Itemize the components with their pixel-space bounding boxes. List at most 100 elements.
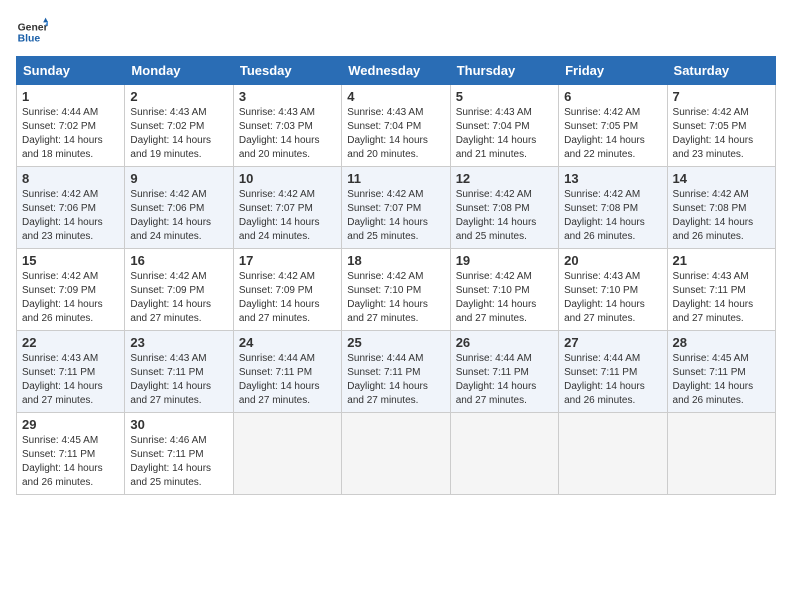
calendar-cell	[559, 413, 667, 495]
day-number: 3	[239, 89, 336, 104]
calendar-cell: 12 Sunrise: 4:42 AMSunset: 7:08 PMDayligh…	[450, 167, 558, 249]
calendar-cell: 14 Sunrise: 4:42 AMSunset: 7:08 PMDayligh…	[667, 167, 775, 249]
calendar-cell	[450, 413, 558, 495]
day-info: Sunrise: 4:44 AMSunset: 7:11 PMDaylight:…	[456, 352, 553, 408]
calendar-cell: 19 Sunrise: 4:42 AMSunset: 7:10 PMDayligh…	[450, 249, 558, 331]
day-info: Sunrise: 4:43 AMSunset: 7:04 PMDaylight:…	[456, 106, 553, 162]
svg-text:General: General	[18, 22, 48, 33]
weekday-header-friday: Friday	[559, 57, 667, 85]
day-number: 22	[22, 335, 119, 350]
day-info: Sunrise: 4:42 AMSunset: 7:06 PMDaylight:…	[130, 188, 227, 244]
calendar-cell: 6 Sunrise: 4:42 AMSunset: 7:05 PMDaylight…	[559, 85, 667, 167]
day-info: Sunrise: 4:44 AMSunset: 7:02 PMDaylight:…	[22, 106, 119, 162]
calendar-cell: 2 Sunrise: 4:43 AMSunset: 7:02 PMDaylight…	[125, 85, 233, 167]
day-info: Sunrise: 4:45 AMSunset: 7:11 PMDaylight:…	[673, 352, 770, 408]
weekday-header-saturday: Saturday	[667, 57, 775, 85]
day-number: 16	[130, 253, 227, 268]
calendar-cell: 3 Sunrise: 4:43 AMSunset: 7:03 PMDaylight…	[233, 85, 341, 167]
day-info: Sunrise: 4:42 AMSunset: 7:07 PMDaylight:…	[239, 188, 336, 244]
day-number: 4	[347, 89, 444, 104]
day-number: 28	[673, 335, 770, 350]
day-number: 14	[673, 171, 770, 186]
calendar-cell	[667, 413, 775, 495]
calendar-cell	[233, 413, 341, 495]
day-number: 26	[456, 335, 553, 350]
calendar-cell: 21 Sunrise: 4:43 AMSunset: 7:11 PMDayligh…	[667, 249, 775, 331]
svg-text:Blue: Blue	[18, 34, 41, 45]
calendar-cell: 30 Sunrise: 4:46 AMSunset: 7:11 PMDayligh…	[125, 413, 233, 495]
day-info: Sunrise: 4:45 AMSunset: 7:11 PMDaylight:…	[22, 434, 119, 490]
day-number: 20	[564, 253, 661, 268]
calendar-cell: 10 Sunrise: 4:42 AMSunset: 7:07 PMDayligh…	[233, 167, 341, 249]
calendar-cell: 29 Sunrise: 4:45 AMSunset: 7:11 PMDayligh…	[17, 413, 125, 495]
day-info: Sunrise: 4:46 AMSunset: 7:11 PMDaylight:…	[130, 434, 227, 490]
calendar-cell: 22 Sunrise: 4:43 AMSunset: 7:11 PMDayligh…	[17, 331, 125, 413]
day-info: Sunrise: 4:42 AMSunset: 7:08 PMDaylight:…	[673, 188, 770, 244]
calendar-table: SundayMondayTuesdayWednesdayThursdayFrid…	[16, 56, 776, 495]
day-number: 25	[347, 335, 444, 350]
logo-icon: General Blue	[16, 16, 48, 48]
day-number: 12	[456, 171, 553, 186]
day-info: Sunrise: 4:43 AMSunset: 7:10 PMDaylight:…	[564, 270, 661, 326]
weekday-header-sunday: Sunday	[17, 57, 125, 85]
day-number: 7	[673, 89, 770, 104]
calendar-cell: 18Sunrise: 4:42 AMSunset: 7:10 PMDayligh…	[342, 249, 450, 331]
day-info: Sunrise: 4:43 AMSunset: 7:11 PMDaylight:…	[673, 270, 770, 326]
day-number: 19	[456, 253, 553, 268]
day-number: 30	[130, 417, 227, 432]
day-info: Sunrise: 4:42 AMSunset: 7:05 PMDaylight:…	[673, 106, 770, 162]
calendar-cell: 16 Sunrise: 4:42 AMSunset: 7:09 PMDayligh…	[125, 249, 233, 331]
day-info: Sunrise: 4:42 AMSunset: 7:09 PMDaylight:…	[130, 270, 227, 326]
header: General Blue	[16, 16, 776, 48]
day-info: Sunrise: 4:42 AMSunset: 7:10 PMDaylight:…	[456, 270, 553, 326]
calendar-cell: 1 Sunrise: 4:44 AMSunset: 7:02 PMDaylight…	[17, 85, 125, 167]
day-number: 13	[564, 171, 661, 186]
day-info: Sunrise: 4:42 AMSunset: 7:09 PMDaylight:…	[239, 270, 336, 326]
day-info: Sunrise: 4:43 AMSunset: 7:03 PMDaylight:…	[239, 106, 336, 162]
day-number: 15	[22, 253, 119, 268]
day-number: 9	[130, 171, 227, 186]
day-number: 8	[22, 171, 119, 186]
day-number: 21	[673, 253, 770, 268]
calendar-cell: 11Sunrise: 4:42 AMSunset: 7:07 PMDayligh…	[342, 167, 450, 249]
day-info: Sunrise: 4:43 AMSunset: 7:11 PMDaylight:…	[130, 352, 227, 408]
weekday-header-row: SundayMondayTuesdayWednesdayThursdayFrid…	[17, 57, 776, 85]
day-info: Sunrise: 4:42 AMSunset: 7:06 PMDaylight:…	[22, 188, 119, 244]
week-row-1: 1 Sunrise: 4:44 AMSunset: 7:02 PMDaylight…	[17, 85, 776, 167]
day-info: Sunrise: 4:43 AMSunset: 7:04 PMDaylight:…	[347, 106, 444, 162]
day-info: Sunrise: 4:42 AMSunset: 7:05 PMDaylight:…	[564, 106, 661, 162]
calendar-cell: 8 Sunrise: 4:42 AMSunset: 7:06 PMDaylight…	[17, 167, 125, 249]
day-info: Sunrise: 4:43 AMSunset: 7:02 PMDaylight:…	[130, 106, 227, 162]
day-info: Sunrise: 4:44 AMSunset: 7:11 PMDaylight:…	[239, 352, 336, 408]
calendar-cell: 25 Sunrise: 4:44 AMSunset: 7:11 PMDayligh…	[342, 331, 450, 413]
calendar-cell: 4 Sunrise: 4:43 AMSunset: 7:04 PMDaylight…	[342, 85, 450, 167]
calendar-cell: 13 Sunrise: 4:42 AMSunset: 7:08 PMDayligh…	[559, 167, 667, 249]
day-info: Sunrise: 4:44 AMSunset: 7:11 PMDaylight:…	[347, 352, 444, 408]
day-number: 23	[130, 335, 227, 350]
calendar-cell: 20 Sunrise: 4:43 AMSunset: 7:10 PMDayligh…	[559, 249, 667, 331]
day-info: Sunrise: 4:43 AMSunset: 7:11 PMDaylight:…	[22, 352, 119, 408]
day-number: 18	[347, 253, 444, 268]
weekday-header-thursday: Thursday	[450, 57, 558, 85]
week-row-4: 22 Sunrise: 4:43 AMSunset: 7:11 PMDayligh…	[17, 331, 776, 413]
day-number: 2	[130, 89, 227, 104]
calendar-cell: 9 Sunrise: 4:42 AMSunset: 7:06 PMDaylight…	[125, 167, 233, 249]
calendar-cell: 27Sunrise: 4:44 AMSunset: 7:11 PMDayligh…	[559, 331, 667, 413]
day-number: 10	[239, 171, 336, 186]
calendar-cell: 15 Sunrise: 4:42 AMSunset: 7:09 PMDayligh…	[17, 249, 125, 331]
calendar-cell: 7 Sunrise: 4:42 AMSunset: 7:05 PMDaylight…	[667, 85, 775, 167]
week-row-5: 29 Sunrise: 4:45 AMSunset: 7:11 PMDayligh…	[17, 413, 776, 495]
day-number: 6	[564, 89, 661, 104]
day-info: Sunrise: 4:42 AMSunset: 7:08 PMDaylight:…	[456, 188, 553, 244]
day-number: 1	[22, 89, 119, 104]
calendar-cell: 17Sunrise: 4:42 AMSunset: 7:09 PMDayligh…	[233, 249, 341, 331]
day-info: Sunrise: 4:42 AMSunset: 7:08 PMDaylight:…	[564, 188, 661, 244]
week-row-3: 15 Sunrise: 4:42 AMSunset: 7:09 PMDayligh…	[17, 249, 776, 331]
weekday-header-monday: Monday	[125, 57, 233, 85]
day-info: Sunrise: 4:42 AMSunset: 7:09 PMDaylight:…	[22, 270, 119, 326]
calendar-cell: 5 Sunrise: 4:43 AMSunset: 7:04 PMDaylight…	[450, 85, 558, 167]
day-info: Sunrise: 4:44 AMSunset: 7:11 PMDaylight:…	[564, 352, 661, 408]
day-number: 5	[456, 89, 553, 104]
day-number: 29	[22, 417, 119, 432]
calendar-cell	[342, 413, 450, 495]
